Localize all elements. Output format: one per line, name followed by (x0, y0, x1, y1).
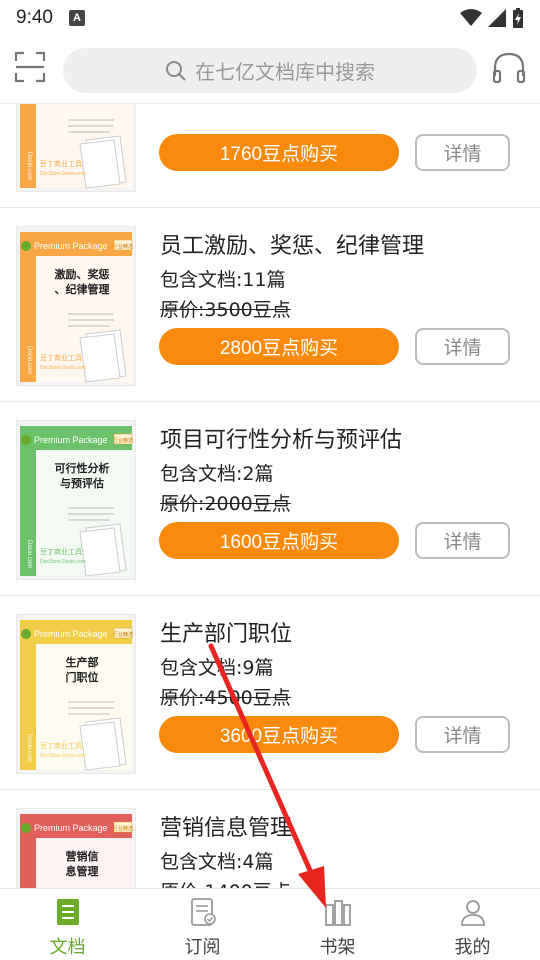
package-original-price: 原价:1400豆点 (160, 877, 291, 888)
status-time: 9:40 (16, 7, 53, 28)
svg-text:行业精选: 行业精选 (113, 825, 133, 832)
wifi-icon (460, 9, 482, 26)
svg-text:与预评估: 与预评估 (60, 476, 104, 490)
svg-text:DocStore.Docin.com: DocStore.Docin.com (40, 753, 86, 759)
svg-text:Premium Package: Premium Package (34, 823, 108, 833)
package-list-item[interactable]: Premium Package 行业精选可行性分析 与预评估豆丁商业工具 DocSto… (0, 402, 540, 596)
svg-text:激励、奖惩: 激励、奖惩 (55, 267, 110, 281)
svg-text:行业精选: 行业精选 (113, 631, 133, 638)
package-cover-image[interactable]: Premium Package 行业精选激励、奖惩、纪律管理豆丁商业工具 DocSt… (16, 226, 136, 386)
search-placeholder: 在七亿文档库中搜索 (195, 60, 375, 84)
details-button[interactable]: 详情 (415, 522, 510, 559)
subscribe-icon (190, 898, 216, 926)
tab-bookshelf[interactable]: 书架 (270, 889, 405, 960)
package-list-inner: Premium Package行业精选豆丁商业工具DocStore.Docin.… (0, 104, 540, 888)
details-button[interactable]: 详情 (415, 328, 510, 365)
svg-text:可行性分析: 可行性分析 (55, 461, 110, 475)
buy-button[interactable]: 2800豆点购买 (159, 328, 399, 365)
svg-text:豆丁商业工具: 豆丁商业工具 (40, 353, 82, 362)
package-cover-image[interactable]: Premium Package行业精选豆丁商业工具DocStore.Docin.… (16, 104, 136, 192)
buy-button[interactable]: 1600豆点购买 (159, 522, 399, 559)
document-icon (56, 899, 79, 925)
svg-text:Premium Package: Premium Package (34, 435, 108, 445)
status-indicators (460, 8, 524, 28)
svg-text:息管理: 息管理 (66, 864, 99, 878)
package-doc-count: 包含文档:4篇 (160, 851, 274, 873)
svg-text:生产部: 生产部 (66, 655, 99, 669)
details-button[interactable]: 详情 (415, 716, 510, 753)
details-button[interactable]: 详情 (415, 134, 510, 171)
svg-text:豆丁商业工具: 豆丁商业工具 (40, 741, 82, 750)
package-title: 项目可行性分析与预评估 (160, 428, 403, 453)
tab-label-documents: 文档 (49, 937, 86, 958)
scan-icon[interactable] (14, 51, 46, 83)
tab-profile[interactable]: 我的 (405, 889, 540, 960)
package-list-item[interactable]: Premium Package行业精选豆丁商业工具DocStore.Docin.… (0, 104, 540, 208)
headset-icon[interactable] (491, 50, 527, 86)
svg-text:营销信: 营销信 (66, 849, 99, 863)
package-list-item[interactable]: Premium Package 行业精选 生产部 门职位 豆丁商业工具 DocStore.… (0, 596, 540, 790)
battery-icon (513, 8, 523, 28)
buy-button[interactable]: 1760豆点购买 (159, 134, 399, 171)
package-title: 员工激励、奖惩、纪律管理 (160, 234, 425, 259)
app-screen: { "status_bar": { "time": "9:40", "notif… (0, 0, 540, 960)
svg-text:行业精选: 行业精选 (113, 437, 133, 444)
svg-text:豆丁商业工具: 豆丁商业工具 (40, 547, 82, 556)
svg-text:Docin.com: Docin.com (26, 734, 32, 762)
package-doc-count: 包含文档:2篇 (160, 463, 274, 485)
svg-text:Docin.com: Docin.com (26, 346, 32, 374)
package-title: 生产部门职位 (160, 622, 293, 647)
app-header: 在七亿文档库中搜索 (0, 36, 540, 104)
notification-icon: A (68, 10, 85, 26)
package-original-price: 原价:4500豆点 (160, 687, 291, 709)
package-cover-image[interactable]: Premium Package 行业精选可行性分析与预评估豆丁商业工具 DocSto… (16, 420, 136, 580)
svg-text:Premium Package: Premium Package (34, 241, 108, 251)
bottom-tab-bar: 文档 订阅 书架 我的 (0, 888, 540, 960)
tab-label-subscribe: 订阅 (184, 937, 221, 958)
package-doc-count: 包含文档:9篇 (160, 657, 274, 679)
profile-icon (460, 900, 485, 926)
package-list[interactable]: Premium Package行业精选豆丁商业工具DocStore.Docin.… (0, 104, 540, 888)
search-icon (166, 60, 186, 81)
package-title: 营销信息管理 (160, 816, 293, 841)
tab-subscribe[interactable]: 订阅 (135, 889, 270, 960)
svg-text:DocStore.Docin.com: DocStore.Docin.com (40, 559, 86, 565)
svg-text:行业精选: 行业精选 (113, 243, 133, 250)
package-cover-image[interactable]: Premium Package 行业精选生产部门职位豆丁商业工具 DocStore.… (16, 614, 136, 774)
package-list-item[interactable]: Premium Package行业精选营销信息管理豆丁商业工具DocStore.… (0, 790, 540, 888)
svg-text:Docin.com: Docin.com (26, 540, 32, 568)
svg-text:门职位: 门职位 (66, 670, 99, 684)
package-list-item[interactable]: Premium Package 行业精选激励、奖惩 、纪律管理豆丁商业工具 DocSt… (0, 208, 540, 402)
svg-text:Premium Package: Premium Package (34, 629, 108, 639)
signal-icon (488, 9, 506, 27)
buy-button[interactable]: 3600豆点购买 (159, 716, 399, 753)
search-input[interactable]: 在七亿文档库中搜索 (63, 48, 477, 93)
package-original-price: 原价:3500豆点 (160, 299, 291, 321)
tab-documents[interactable]: 文档 (0, 889, 135, 960)
svg-text:DocStore.Docin.com: DocStore.Docin.com (40, 365, 86, 371)
package-original-price: 原价:2000豆点 (160, 493, 291, 515)
svg-text:Docin.com: Docin.com (26, 152, 32, 180)
svg-text:、纪律管理: 、纪律管理 (55, 282, 110, 296)
status-bar: 9:40 A (0, 0, 540, 36)
package-cover-image[interactable]: Premium Package行业精选营销信息管理豆丁商业工具DocStore.… (16, 808, 136, 888)
tab-label-profile: 我的 (454, 937, 491, 958)
svg-text:豆丁商业工具: 豆丁商业工具 (40, 159, 82, 168)
svg-text:DocStore.Docin.com: DocStore.Docin.com (40, 171, 86, 177)
bookshelf-icon (324, 900, 351, 926)
tab-label-bookshelf: 书架 (319, 937, 356, 958)
package-doc-count: 包含文档:11篇 (160, 269, 286, 291)
